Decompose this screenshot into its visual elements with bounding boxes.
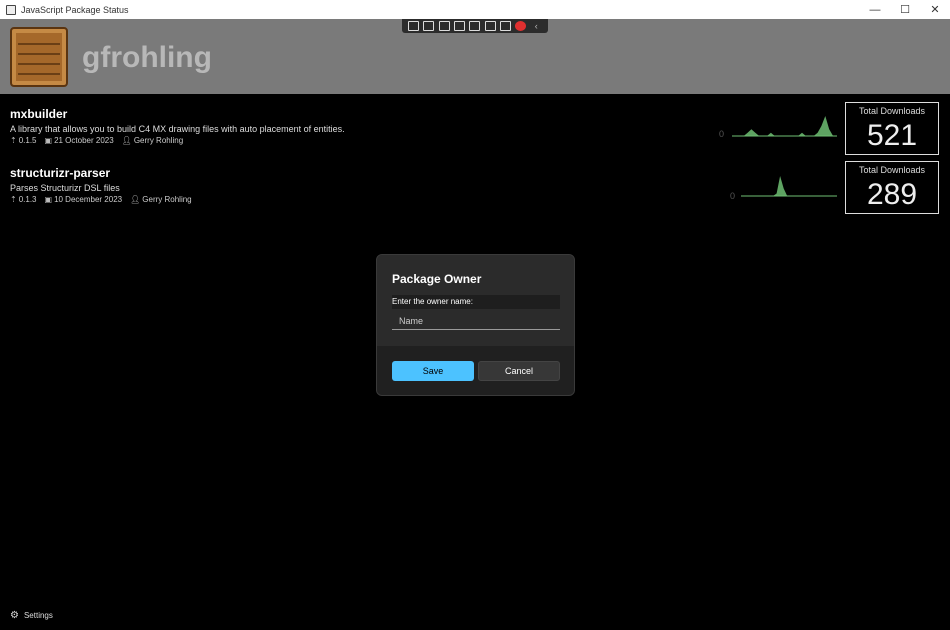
cancel-button[interactable]: Cancel [478, 361, 560, 381]
total-downloads-value: 521 [866, 119, 918, 152]
crate-icon [10, 27, 68, 87]
app-icon [6, 4, 16, 15]
package-author: Gerry Rohling [142, 195, 192, 204]
package-item[interactable]: structurizr-parser Parses Structurizr DS… [10, 166, 192, 204]
total-downloads-card: Total Downloads 289 [845, 161, 939, 214]
window-controls: — ☐ ✕ [860, 0, 950, 19]
calendar-icon: ▣ [44, 195, 53, 204]
close-button[interactable]: ✕ [920, 0, 950, 19]
owner-name-prompt: Enter the owner name: [392, 295, 560, 309]
version-icon: ⇡ [10, 136, 17, 145]
collapse-chevron-icon[interactable]: ‹ [531, 21, 542, 31]
gear-icon: ⚙ [10, 610, 19, 621]
owner-name[interactable]: gfrohling [82, 41, 212, 75]
package-date: 10 December 2023 [54, 195, 123, 204]
total-downloads-card: Total Downloads 521 [845, 102, 939, 155]
maximize-button[interactable]: ☐ [890, 0, 920, 19]
package-meta: ⇡ 0.1.5 ▣ 21 October 2023 👤︎ Gerry Rohling [10, 136, 345, 145]
stop-icon[interactable] [515, 21, 527, 31]
total-downloads-value: 289 [866, 178, 918, 211]
display-layout-adorners-icon[interactable] [454, 21, 466, 31]
select-element-icon[interactable] [438, 21, 450, 31]
calendar-icon: ▣ [44, 136, 53, 145]
window-titlebar: JavaScript Package Status — ☐ ✕ [0, 0, 950, 19]
total-downloads-label: Total Downloads [858, 106, 926, 116]
package-version: 0.1.5 [18, 136, 37, 145]
sparkline-zero-label: 0 [730, 191, 736, 201]
person-icon: 👤︎ [130, 195, 141, 204]
live-visual-tree-icon[interactable] [408, 21, 420, 31]
sparkline-zero-label: 0 [719, 129, 725, 139]
settings-label: Settings [23, 611, 53, 620]
package-version: 0.1.3 [18, 195, 37, 204]
debug-toolbar: ‹ [402, 19, 548, 33]
package-description: A library that allows you to build C4 MX… [10, 124, 345, 134]
record-icon[interactable] [423, 21, 435, 31]
save-button[interactable]: Save [392, 361, 474, 381]
downloads-sparkline [741, 176, 837, 197]
package-owner-dialog: Package Owner Enter the owner name: Save… [376, 254, 575, 396]
dialog-title: Package Owner [392, 272, 482, 286]
package-item[interactable]: mxbuilder A library that allows you to b… [10, 107, 345, 145]
window-title: JavaScript Package Status [21, 4, 129, 15]
total-downloads-label: Total Downloads [858, 165, 926, 175]
downloads-sparkline [732, 116, 837, 137]
package-date: 21 October 2023 [54, 136, 114, 145]
owner-name-input[interactable] [392, 312, 560, 330]
minimize-button[interactable]: — [860, 0, 890, 19]
binding-failures-icon[interactable] [484, 21, 496, 31]
package-author: Gerry Rohling [133, 136, 184, 145]
package-description: Parses Structurizr DSL files [10, 183, 120, 193]
sparkline-area [732, 116, 837, 136]
track-focus-icon[interactable] [469, 21, 481, 31]
package-name: mxbuilder [10, 107, 68, 121]
package-name: structurizr-parser [10, 166, 111, 180]
sparkline-area [741, 176, 837, 196]
version-icon: ⇡ [10, 195, 17, 204]
accessibility-icon[interactable] [500, 21, 512, 31]
package-meta: ⇡ 0.1.3 ▣ 10 December 2023 👤︎ Gerry Rohling [10, 195, 192, 204]
person-icon: 👤︎ [121, 136, 132, 145]
settings-nav-item[interactable]: ⚙ Settings [10, 610, 53, 621]
